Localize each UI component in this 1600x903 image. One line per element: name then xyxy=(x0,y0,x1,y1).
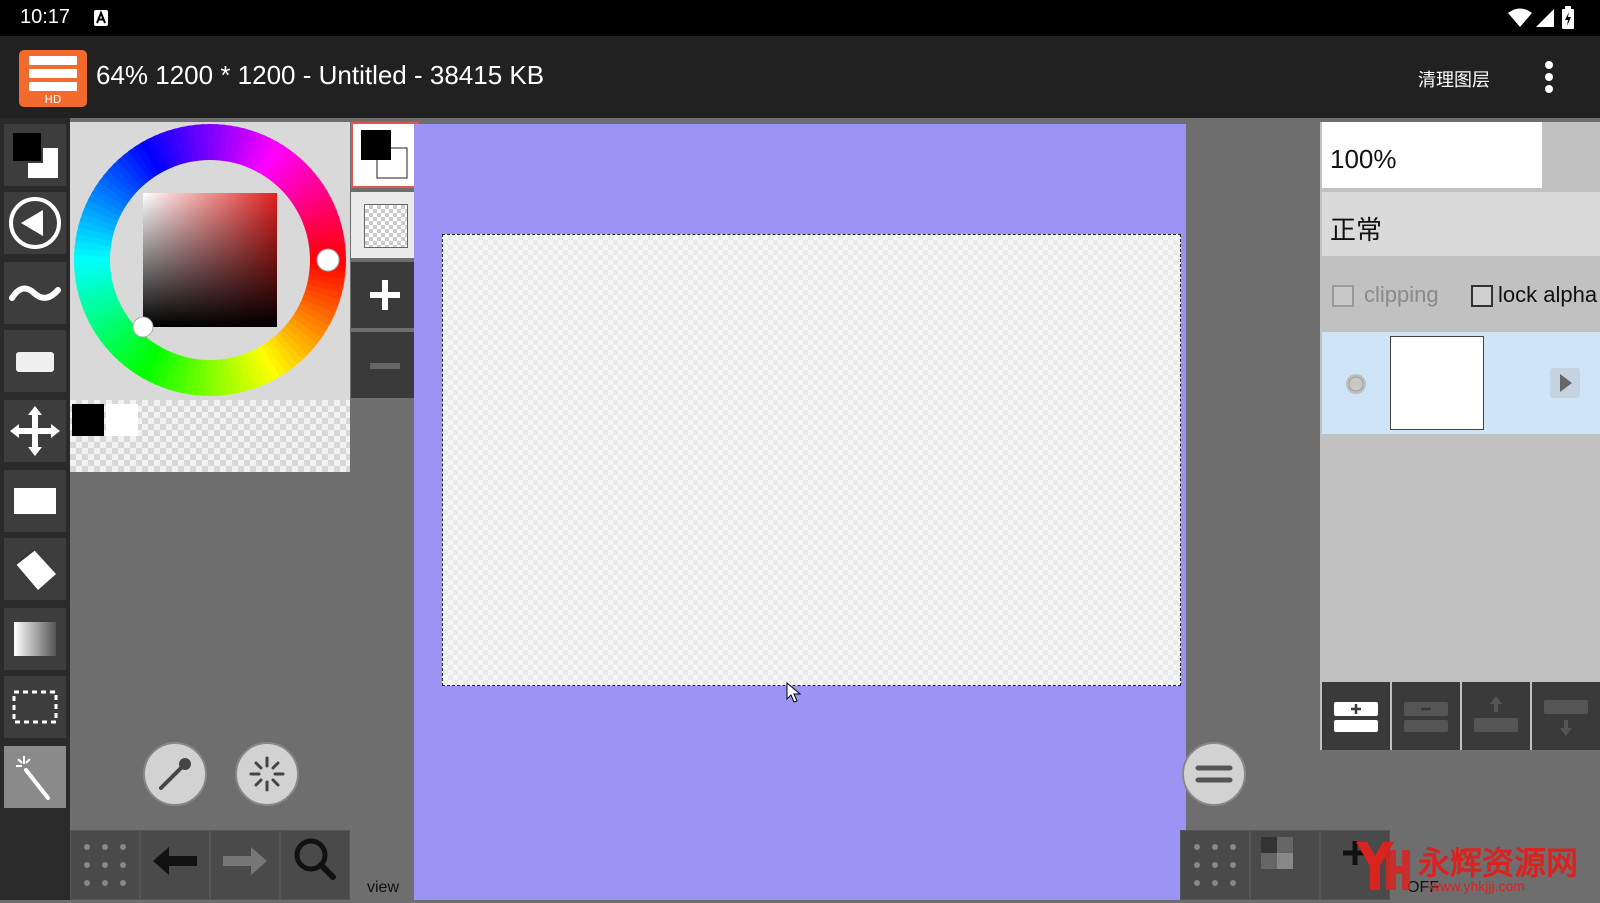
recent-colors-palette[interactable] xyxy=(70,400,350,472)
view-button[interactable]: view xyxy=(280,830,399,900)
watermark: 永辉资源网 www.yhkjjj.com xyxy=(1352,836,1600,896)
layer-thumbnail[interactable] xyxy=(1390,336,1484,430)
equals-icon xyxy=(1195,765,1233,783)
eraser-icon xyxy=(16,352,54,372)
rectangle-icon xyxy=(14,488,56,514)
delete-layer-button[interactable] xyxy=(1392,682,1460,750)
add-layer-icon xyxy=(1334,702,1378,732)
clear-layer-button[interactable]: 清理图层 xyxy=(1418,66,1490,92)
pixel-blocks-icon xyxy=(1261,837,1293,869)
view-label: view xyxy=(366,879,399,896)
bottom-grip-left[interactable] xyxy=(70,830,140,900)
hue-handle[interactable] xyxy=(316,248,340,272)
tool-selection[interactable] xyxy=(4,676,66,738)
drag-grip-icon xyxy=(84,844,126,886)
notification-a-icon xyxy=(94,10,108,26)
status-bar: 10:17 xyxy=(0,0,1600,36)
tool-move[interactable] xyxy=(4,400,66,462)
blend-mode-select[interactable]: 正常 xyxy=(1322,192,1600,256)
redo-button[interactable]: redo xyxy=(210,830,329,900)
app-bar: HD 64% 1200 * 1200 - Untitled - 38415 KB… xyxy=(0,36,1600,118)
redo-arrow-icon xyxy=(223,847,267,875)
marquee-select-icon xyxy=(12,690,58,724)
document-title: 64% 1200 * 1200 - Untitled - 38415 KB xyxy=(96,60,545,90)
eyedropper-icon xyxy=(159,758,191,790)
delete-layer-icon xyxy=(1404,702,1448,732)
watermark-url: www.yhkjjj.com xyxy=(1430,878,1525,894)
remove-color-button[interactable] xyxy=(351,332,419,398)
bottom-grip-right[interactable] xyxy=(1180,830,1250,900)
tool-magic-wand[interactable] xyxy=(4,746,66,808)
tool-eraser[interactable] xyxy=(4,330,66,392)
plus-icon xyxy=(370,280,400,310)
drag-grip-icon xyxy=(1194,844,1236,886)
brush-stroke-icon xyxy=(9,285,61,301)
tool-rectangle[interactable] xyxy=(4,470,66,532)
move-layer-up-button[interactable] xyxy=(1462,682,1530,750)
tool-color-swap[interactable] xyxy=(4,124,66,186)
undo-button[interactable]: undo xyxy=(140,830,261,900)
color-wheel[interactable] xyxy=(70,120,350,400)
paint-bucket-icon xyxy=(15,549,56,590)
layer-opacity-field[interactable]: 100% xyxy=(1322,122,1542,188)
watermark-logo-icon xyxy=(1356,842,1410,890)
status-clock: 10:17 xyxy=(20,6,71,28)
tool-brush[interactable] xyxy=(4,262,66,324)
clipping-checkbox[interactable] xyxy=(1332,285,1354,307)
lock-alpha-checkbox[interactable] xyxy=(1471,285,1493,307)
battery-icon xyxy=(1562,6,1574,29)
layer-visibility-radio[interactable] xyxy=(1344,372,1368,396)
undo-arrow-icon xyxy=(153,847,197,875)
brush-settings-button[interactable] xyxy=(235,742,299,806)
minus-icon xyxy=(370,363,400,369)
magnifier-icon xyxy=(294,838,336,880)
back-circle-icon xyxy=(9,197,61,249)
layer-down-icon xyxy=(1544,700,1588,736)
drawing-canvas[interactable] xyxy=(442,234,1181,686)
magic-wand-icon xyxy=(16,756,50,800)
move-arrows-icon xyxy=(10,406,60,456)
gradient-icon xyxy=(14,622,56,656)
eyedropper-button[interactable] xyxy=(143,742,207,806)
tool-bucket[interactable] xyxy=(4,538,66,600)
app-menu-button[interactable]: HD xyxy=(19,50,87,107)
transparent-color-swatch[interactable] xyxy=(351,192,419,258)
layer-expand-arrow-icon[interactable] xyxy=(1550,368,1580,398)
add-color-button[interactable] xyxy=(351,262,419,328)
palette-swatch-white[interactable] xyxy=(106,404,138,436)
burst-icon xyxy=(249,756,285,792)
signal-icon xyxy=(1536,9,1554,27)
add-layer-button[interactable] xyxy=(1322,682,1390,750)
palette-swatch-black[interactable] xyxy=(72,404,104,436)
transparent-pattern xyxy=(364,204,408,248)
move-layer-down-button[interactable] xyxy=(1532,682,1600,750)
wifi-icon xyxy=(1508,8,1532,27)
lock-alpha-label: lock alpha xyxy=(1498,282,1598,307)
mouse-cursor-icon xyxy=(786,682,802,703)
canvas-menu-button[interactable] xyxy=(1182,742,1246,806)
tool-gradient[interactable] xyxy=(4,608,66,670)
fg-bg-color-icon xyxy=(361,130,408,179)
antialias-toggle[interactable]: ON xyxy=(1250,830,1365,900)
saturation-handle[interactable] xyxy=(132,316,154,338)
layer-up-icon xyxy=(1474,696,1518,732)
tool-back[interactable] xyxy=(4,192,66,254)
hd-badge: HD xyxy=(44,93,62,106)
more-vert-icon[interactable] xyxy=(1544,60,1554,94)
current-color-swatch[interactable] xyxy=(351,122,419,188)
clipping-label: clipping xyxy=(1364,282,1439,307)
color-swap-icon xyxy=(11,131,58,178)
